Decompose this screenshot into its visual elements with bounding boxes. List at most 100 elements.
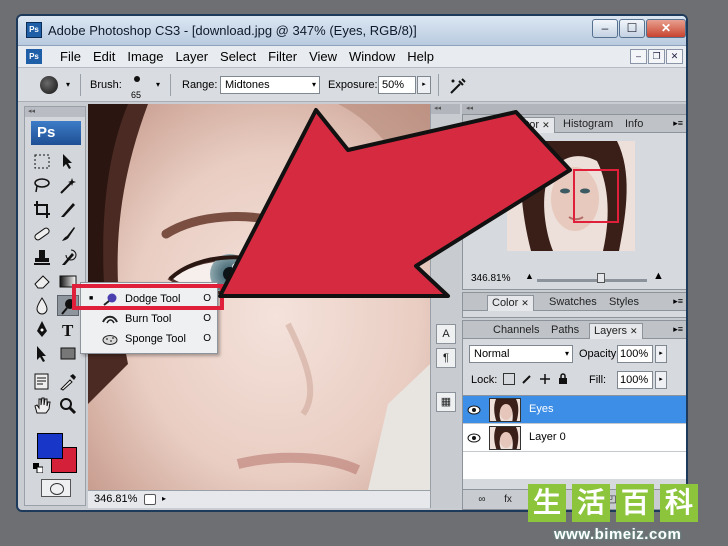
tab-color[interactable]: Color ✕ [487,295,534,311]
menu-window[interactable]: Window [343,49,401,64]
airbrush-icon[interactable] [448,76,468,96]
tool-preset-icon[interactable] [40,76,58,94]
close-icon[interactable]: ✕ [542,120,550,130]
menu-filter[interactable]: Filter [262,49,303,64]
zoom-out-icon[interactable]: ▲ [525,271,534,281]
eyedropper-icon[interactable] [57,371,79,392]
close-icon[interactable]: ✕ [521,298,529,308]
navigator-slider-handle[interactable] [597,273,605,283]
crop-tool-icon[interactable] [31,199,53,220]
document-info-icon[interactable] [144,494,156,505]
link-layers-icon[interactable]: ∞ [475,493,489,506]
tab-navigator[interactable]: Navigator ✕ [487,117,555,133]
slice-tool-icon[interactable] [57,199,79,220]
layer-style-icon[interactable]: fx [501,493,515,506]
menu-layer[interactable]: Layer [170,49,215,64]
actions-panel-icon[interactable]: ▤ [436,164,456,184]
notes-tool-icon[interactable] [31,371,53,392]
panels-grip[interactable]: ◂◂ [462,104,686,114]
close-icon[interactable]: ✕ [630,326,638,336]
layer-row[interactable]: Eyes [463,396,686,424]
status-menu-arrow[interactable]: ▸ [162,494,166,503]
tab-styles[interactable]: Styles [605,295,643,311]
title-bar[interactable]: Ps Adobe Photoshop CS3 - [download.jpg @… [18,16,686,46]
healing-brush-icon[interactable] [31,223,53,244]
panel-menu-icon[interactable]: ▸≡ [673,324,683,335]
magic-wand-icon[interactable] [57,175,79,196]
document-close-button[interactable]: ✕ [666,49,683,64]
blur-tool-icon[interactable] [31,295,53,316]
document-restore-button[interactable]: ❐ [648,49,665,64]
range-select[interactable]: Midtones ▾ [220,76,320,94]
tab-paths[interactable]: Paths [547,323,583,339]
menu-edit[interactable]: Edit [87,49,121,64]
toolbox-grip[interactable]: ◂◂ [25,107,85,117]
maximize-button[interactable]: ☐ [619,19,645,38]
zoom-tool-icon[interactable] [57,395,79,416]
dock-grip[interactable]: ◂◂ [431,104,460,114]
hand-tool-icon[interactable] [31,395,53,416]
fill-slider-button[interactable]: ▸ [655,371,667,389]
photoshop-logo[interactable]: Ps [31,121,81,145]
menu-help[interactable]: Help [401,49,440,64]
exposure-input[interactable]: 50% [378,76,416,94]
lock-transparency-icon[interactable] [503,373,515,385]
tab-histogram[interactable]: Histogram [559,117,617,133]
navigator-zoom-slider[interactable] [537,279,647,282]
menu-select[interactable]: Select [214,49,262,64]
default-colors-icon[interactable] [33,463,44,474]
close-button[interactable]: ✕ [646,19,686,38]
panel-menu-icon[interactable]: ▸≡ [673,296,683,307]
layer-row[interactable]: Layer 0 [463,424,686,452]
lasso-tool-icon[interactable] [31,175,53,196]
eye-icon[interactable] [467,432,481,444]
tab-info[interactable]: Info [621,117,647,133]
opacity-slider-button[interactable]: ▸ [655,345,667,363]
pen-tool-icon[interactable] [31,319,53,340]
layer-comps-icon[interactable]: ▦ [436,392,456,412]
flyout-item-sponge[interactable]: Sponge Tool O [81,329,217,349]
blend-mode-select[interactable]: Normal ▾ [469,345,573,363]
navigator-view-box[interactable] [573,169,619,223]
character-panel-icon[interactable]: A [436,324,456,344]
marquee-tool-icon[interactable] [31,151,53,172]
tab-layers[interactable]: Layers ✕ [589,323,643,339]
shape-tool-icon[interactable] [57,343,79,364]
document-icon[interactable]: Ps [26,49,42,64]
clone-stamp-icon[interactable] [31,247,53,268]
tab-swatches[interactable]: Swatches [545,295,601,311]
brush-picker-arrow[interactable]: ▾ [156,68,160,102]
opacity-input[interactable]: 100% [617,345,653,363]
layer-name[interactable]: Eyes [529,403,553,415]
tool-preset-arrow[interactable]: ▾ [66,68,70,102]
type-tool-icon[interactable]: T [57,319,79,340]
minimize-button[interactable]: – [592,19,618,38]
brush-tool-icon[interactable] [57,223,79,244]
tab-channels[interactable]: Channels [489,323,543,339]
navigator-zoom-value[interactable]: 346.81% [471,273,510,284]
lock-position-icon[interactable] [539,373,551,385]
history-brush-icon[interactable] [57,247,79,268]
eraser-tool-icon[interactable] [31,271,53,292]
navigator-thumbnail[interactable] [507,141,635,251]
document-minimize-button[interactable]: – [630,49,647,64]
menu-view[interactable]: View [303,49,343,64]
menu-file[interactable]: File [54,49,87,64]
history-panel-icon[interactable]: ↺ [436,140,456,160]
zoom-in-icon[interactable]: ▲ [653,270,664,282]
path-selection-icon[interactable] [31,343,53,364]
foreground-color-swatch[interactable] [37,433,63,459]
eye-icon[interactable] [467,404,481,416]
paragraph-panel-icon[interactable]: ¶ [436,348,456,368]
flyout-item-burn[interactable]: Burn Tool O [81,309,217,329]
quick-mask-button[interactable] [41,479,71,497]
move-tool-icon[interactable] [57,151,79,172]
layer-name[interactable]: Layer 0 [529,431,566,443]
exposure-slider-button[interactable]: ▸ [417,76,431,94]
fill-input[interactable]: 100% [617,371,653,389]
panel-menu-icon[interactable]: ▸≡ [673,118,683,129]
zoom-level[interactable]: 346.81% [94,493,137,505]
lock-all-icon[interactable] [557,373,569,385]
lock-pixels-icon[interactable] [521,373,533,385]
menu-image[interactable]: Image [121,49,169,64]
